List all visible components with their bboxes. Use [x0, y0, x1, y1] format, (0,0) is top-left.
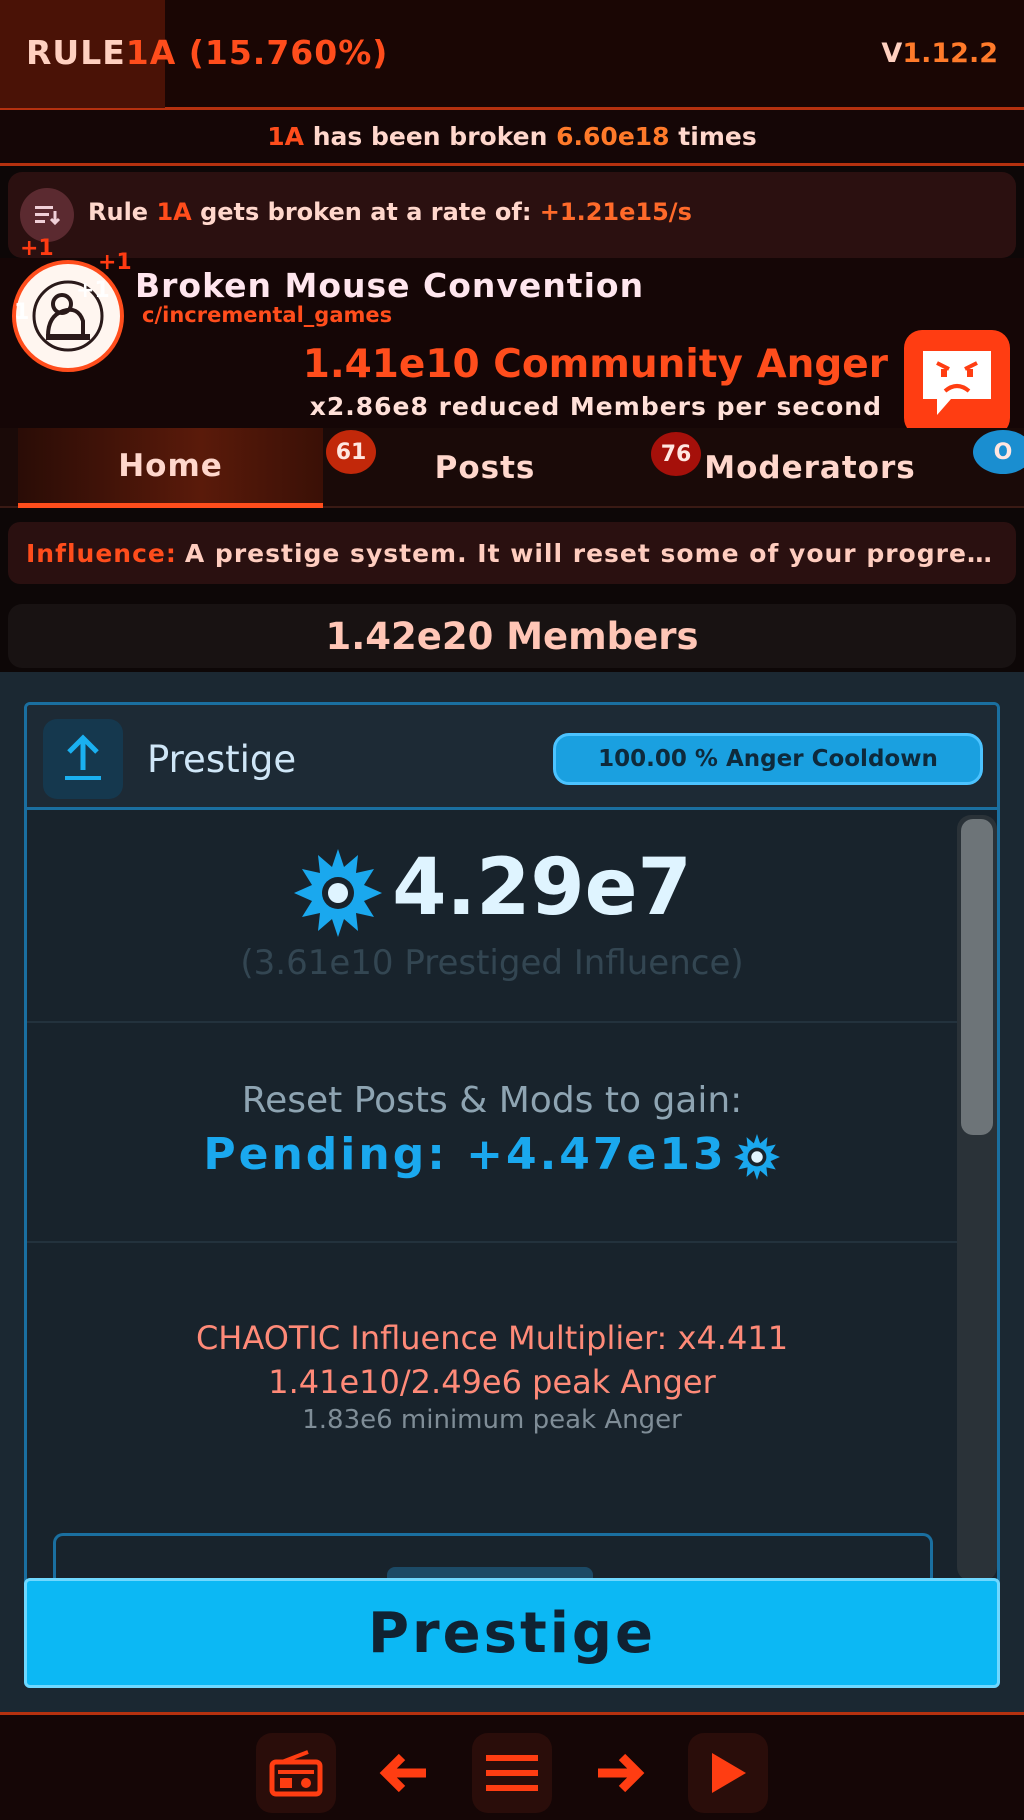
tab-bar: Home Posts Moderators — [0, 428, 1024, 508]
influence-section: 4.29e7 (3.61e10 Prestiged Influence) — [27, 813, 957, 1023]
rate-value: +1.21e15/s — [539, 198, 692, 226]
prestiged-influence: (3.61e10 Prestiged Influence) — [240, 943, 744, 983]
radio-icon — [269, 1750, 323, 1797]
influence-icon — [733, 1134, 780, 1180]
influence-info-bar[interactable]: Influence: A prestige system. It will re… — [8, 522, 1016, 584]
multiplier-section: CHAOTIC Influence Multiplier: x4.411 1.4… — [27, 1245, 957, 1545]
anger-cooldown-badge: 100.00 % Anger Cooldown — [553, 733, 983, 785]
arrow-left-icon — [379, 1753, 426, 1793]
play-icon — [712, 1753, 746, 1793]
influence-icon — [294, 848, 383, 937]
version-number: 1.12.2 — [902, 38, 998, 69]
reset-label: Reset Posts & Mods to gain: — [241, 1080, 743, 1121]
scrollbar-thumb[interactable] — [961, 819, 993, 1135]
minimum-peak-anger: 1.83e6 minimum peak Anger — [302, 1405, 682, 1435]
plus-one-popup: 1 — [14, 300, 30, 325]
rate-prefix: Rule — [88, 198, 149, 226]
pending-row: Pending: +4.47e13 — [27, 1129, 957, 1181]
forward-button[interactable] — [580, 1733, 660, 1813]
influence-value: 4.29e7 — [392, 843, 692, 933]
prestige-panel: Prestige 100.00 % Anger Cooldown 4.29e7 … — [24, 702, 1000, 1688]
tab-posts-label: Posts — [434, 450, 536, 486]
broken-rule: 1A — [267, 122, 305, 151]
hamburger-icon — [486, 1755, 538, 1791]
rule-id: 1A — [125, 33, 177, 72]
members-reduction: x2.86e8 reduced Members per second — [309, 392, 882, 421]
play-button[interactable] — [688, 1733, 768, 1813]
radio-button[interactable] — [256, 1733, 336, 1813]
rate-text: Rule 1A gets broken at a rate of: +1.21e… — [88, 198, 692, 226]
broken-counter: 1A has been broken 6.60e18 times — [0, 110, 1024, 166]
rule-percent: (15.760%) — [188, 33, 389, 72]
tab-moderators-label: Moderators — [704, 450, 916, 486]
rate-rule: 1A — [156, 198, 192, 226]
broken-count: 6.60e18 — [556, 122, 670, 151]
reset-section: Reset Posts & Mods to gain: Pending: +4.… — [27, 1025, 957, 1243]
plus-one-popup: +1 — [76, 278, 110, 303]
tab-posts[interactable]: Posts — [330, 428, 640, 508]
menu-button[interactable] — [472, 1733, 552, 1813]
info-text: A prestige system. It will reset some of… — [184, 538, 993, 568]
overflow-tab-badge[interactable]: O — [973, 430, 1024, 474]
prestige-header: Prestige 100.00 % Anger Cooldown — [27, 705, 997, 810]
bottom-nav — [0, 1712, 1024, 1820]
plus-one-popup: +1 — [20, 236, 54, 261]
prestige-title: Prestige — [147, 738, 297, 781]
members-count: 1.42e20 Members — [8, 604, 1016, 668]
top-bar: RULE1A (15.760%) V1.12.2 — [0, 0, 1024, 110]
rate-middle: gets broken at a rate of: — [200, 198, 532, 226]
community-subreddit: c/incremental_games — [142, 303, 393, 327]
plus-one-popup: +1 — [98, 250, 132, 275]
angry-face-icon[interactable] — [904, 330, 1010, 436]
tab-moderators[interactable]: Moderators — [650, 428, 970, 508]
community-name: Broken Mouse Convention — [135, 266, 645, 305]
influence-multiplier: CHAOTIC Influence Multiplier: x4.411 — [195, 1319, 789, 1357]
tab-home-label: Home — [118, 447, 223, 484]
broken-text2: times — [678, 122, 757, 151]
info-label: Influence: — [26, 538, 177, 568]
rule-title[interactable]: RULE1A (15.760%) — [26, 33, 388, 72]
moderators-count-badge: 76 — [651, 432, 701, 476]
prestige-button[interactable]: Prestige — [24, 1578, 1000, 1688]
tab-home[interactable]: Home — [18, 428, 323, 508]
broken-text1: has been broken — [312, 122, 548, 151]
version-label: V1.12.2 — [881, 38, 998, 69]
posts-count-badge: 61 — [326, 430, 376, 474]
upload-arrow-icon — [43, 719, 123, 799]
pending-value: Pending: +4.47e13 — [203, 1129, 727, 1180]
version-prefix: V — [881, 38, 903, 69]
rule-prefix: RULE — [26, 33, 126, 72]
rate-bar: Rule 1A gets broken at a rate of: +1.21e… — [8, 172, 1016, 258]
back-button[interactable] — [364, 1733, 444, 1813]
community-anger: 1.41e10 Community Anger — [302, 342, 888, 387]
influence-value-row: 4.29e7 — [27, 843, 957, 939]
arrow-right-icon — [598, 1753, 645, 1793]
queue-icon[interactable] — [20, 188, 74, 242]
peak-anger: 1.41e10/2.49e6 peak Anger — [268, 1363, 716, 1401]
